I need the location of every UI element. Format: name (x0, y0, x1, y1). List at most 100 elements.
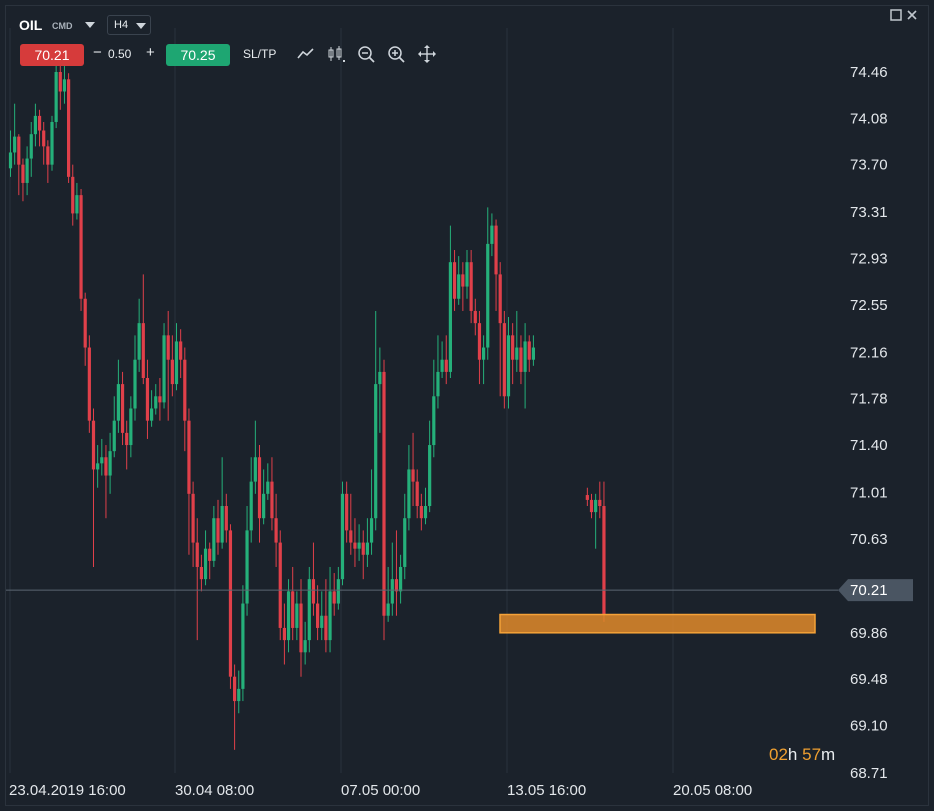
candle-body[interactable] (403, 518, 407, 567)
candle-body[interactable] (469, 262, 473, 311)
candle-body[interactable] (411, 469, 415, 482)
candle-body[interactable] (249, 481, 253, 531)
candle-body[interactable] (96, 463, 100, 470)
zoom-in-icon[interactable] (386, 44, 406, 64)
candle-body[interactable] (270, 481, 274, 519)
candle-body[interactable] (523, 341, 527, 372)
candle-body[interactable] (108, 451, 112, 476)
candle-body[interactable] (515, 347, 519, 360)
candle-body[interactable] (307, 579, 311, 641)
candle-body[interactable] (498, 274, 502, 324)
candlestick-icon[interactable] (326, 44, 346, 64)
candle-body[interactable] (594, 499, 598, 513)
candle-body[interactable] (67, 79, 71, 177)
candle-body[interactable] (369, 518, 374, 543)
candle-body[interactable] (195, 542, 199, 567)
candle-body[interactable] (473, 310, 477, 324)
candle-body[interactable] (390, 579, 394, 604)
candle-body[interactable] (440, 359, 444, 372)
candle-body[interactable] (75, 195, 79, 214)
candle-body[interactable] (432, 396, 436, 446)
candle-body[interactable] (482, 347, 486, 360)
candle-body[interactable] (33, 115, 37, 135)
candle-body[interactable] (179, 341, 183, 360)
candle-body[interactable] (203, 548, 208, 580)
candle-body[interactable] (100, 457, 104, 464)
candle-body[interactable] (137, 323, 141, 360)
candle-body[interactable] (494, 225, 498, 275)
candle-body[interactable] (245, 530, 249, 604)
candle-body[interactable] (332, 591, 336, 604)
symbol-label[interactable]: OIL (19, 17, 42, 33)
candle-body[interactable] (448, 262, 452, 372)
candle-body[interactable] (91, 420, 96, 470)
candle-body[interactable] (233, 676, 237, 702)
sell-button[interactable]: 70.21 (20, 44, 84, 66)
candle-body[interactable] (212, 518, 216, 561)
candle-body[interactable] (141, 323, 145, 379)
candle-body[interactable] (602, 506, 606, 615)
candle-body[interactable] (349, 530, 353, 543)
candle-body[interactable] (150, 408, 154, 421)
candle-body[interactable] (25, 158, 29, 183)
candle-body[interactable] (407, 469, 411, 519)
candle-body[interactable] (502, 323, 506, 397)
candle-body[interactable] (170, 359, 174, 385)
price-chart[interactable]: 74.46 74.08 73.70 73.31 72.93 72.55 72.16 71.78… (0, 0, 934, 811)
candle-body[interactable] (274, 518, 278, 543)
candle-body[interactable] (133, 359, 137, 409)
candle-body[interactable] (511, 335, 515, 360)
candle-body[interactable] (174, 341, 179, 385)
candle-body[interactable] (519, 347, 523, 372)
candle-body[interactable] (83, 298, 87, 348)
candle-body[interactable] (394, 579, 399, 592)
candle-body[interactable] (116, 384, 120, 421)
candle-body[interactable] (303, 640, 307, 653)
candle-body[interactable] (386, 603, 390, 616)
candle-body[interactable] (353, 542, 357, 549)
candle-body[interactable] (228, 530, 233, 677)
candle-body[interactable] (419, 506, 423, 519)
candle-body[interactable] (37, 115, 42, 131)
candle-body[interactable] (17, 136, 21, 165)
sltp-button[interactable]: SL/TP (243, 47, 276, 61)
candle-body[interactable] (187, 420, 191, 494)
candle-body[interactable] (291, 591, 295, 628)
candle-body[interactable] (237, 688, 241, 702)
candle-body[interactable] (29, 134, 33, 159)
candle-body[interactable] (199, 566, 203, 580)
candle-body[interactable] (71, 176, 75, 214)
candle-body[interactable] (125, 432, 129, 446)
close-icon[interactable] (906, 9, 918, 21)
candle-body[interactable] (357, 542, 361, 549)
candle-body[interactable] (46, 146, 50, 165)
timeframe-dropdown-icon[interactable] (136, 23, 146, 29)
candle-body[interactable] (311, 579, 316, 604)
candle-body[interactable] (477, 323, 482, 360)
candle-body[interactable] (361, 542, 365, 555)
move-icon[interactable] (417, 44, 437, 64)
candle-body[interactable] (328, 591, 332, 641)
candle-body[interactable] (50, 121, 54, 165)
candle-body[interactable] (120, 384, 125, 433)
candle-body[interactable] (220, 506, 224, 543)
candle-body[interactable] (54, 72, 58, 122)
candle-body[interactable] (42, 130, 46, 147)
quantity-increase-button[interactable]: + (146, 44, 155, 61)
candle-body[interactable] (336, 579, 340, 604)
candle-body[interactable] (320, 615, 324, 628)
candle-body[interactable] (158, 396, 162, 403)
line-chart-icon[interactable] (296, 44, 316, 64)
candle-body[interactable] (444, 359, 448, 372)
candle-body[interactable] (378, 371, 382, 385)
highlight-zone[interactable] (499, 613, 816, 634)
candle-body[interactable] (465, 262, 469, 287)
buy-button[interactable]: 70.25 (166, 44, 230, 66)
quantity-decrease-button[interactable]: − (93, 44, 102, 61)
candle-body[interactable] (58, 72, 62, 92)
candle-body[interactable] (257, 457, 262, 519)
candle-body[interactable] (345, 493, 349, 531)
candle-body[interactable] (241, 603, 245, 689)
candle-body[interactable] (382, 371, 386, 616)
candle-body[interactable] (299, 603, 303, 653)
